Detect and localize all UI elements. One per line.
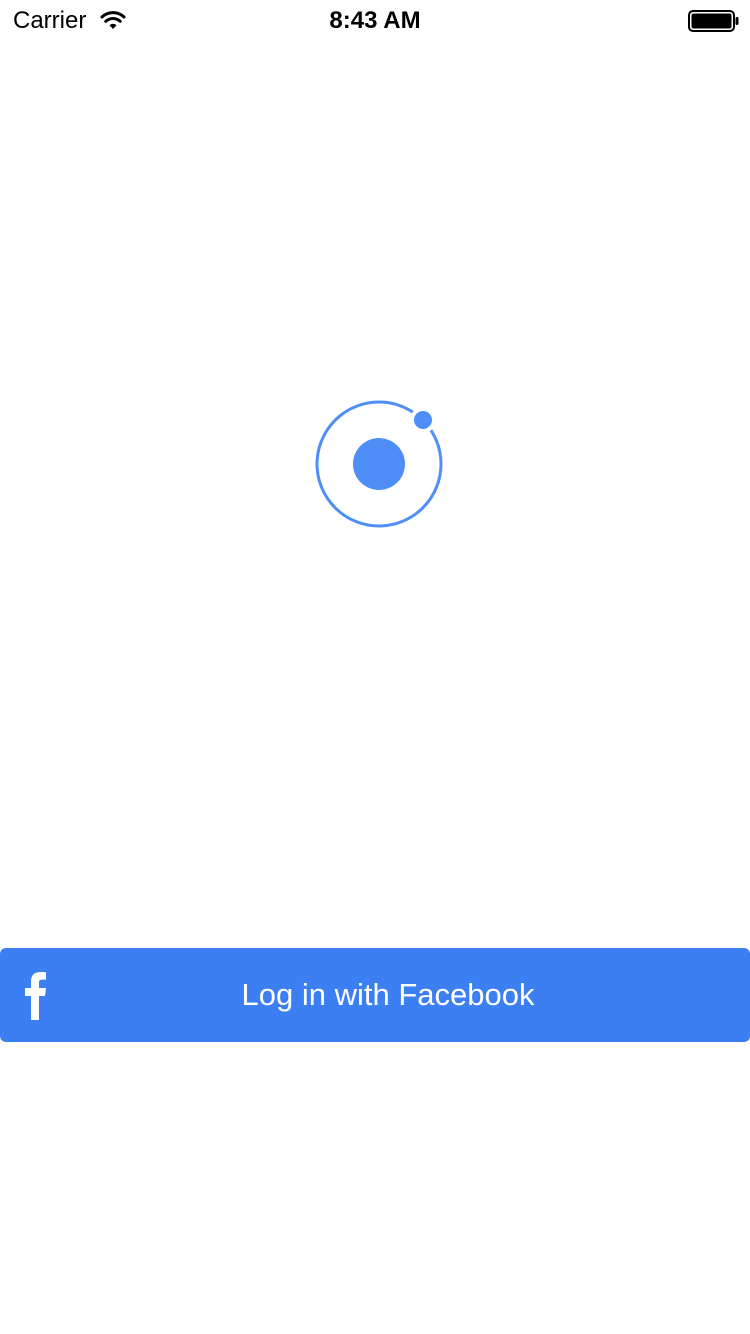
clock: 8:43 AM	[329, 7, 421, 34]
facebook-login-label: Log in with Facebook	[241, 977, 535, 1012]
ionic-logo-icon	[315, 400, 443, 528]
facebook-login-button[interactable]: Log in with Facebook	[0, 948, 750, 1042]
status-bar: Carrier 8:43 AM	[0, 0, 750, 40]
battery-icon	[688, 10, 739, 32]
